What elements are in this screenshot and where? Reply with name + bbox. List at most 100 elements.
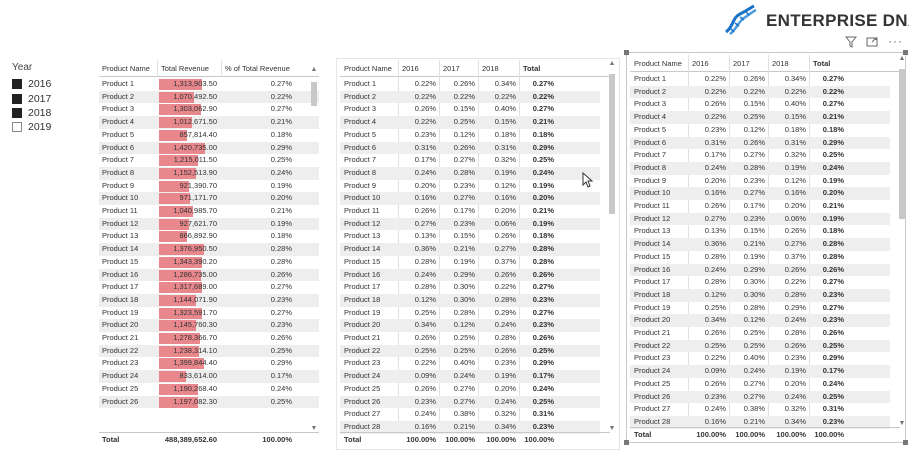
slicer-item-2019[interactable]: 2019 [12,120,51,134]
scroll-up-icon[interactable]: ▲ [898,55,906,62]
table-row[interactable]: Product 7 0.17% 0.27% 0.32% 0.25% [630,149,890,162]
table-row[interactable]: Product 27 0.24% 0.38% 0.32% 0.31% [340,408,600,421]
table-row[interactable]: Product 22 0.25% 0.25% 0.26% 0.25% [340,344,600,358]
vertical-scrollbar[interactable]: ▲ ▼ [310,66,318,432]
column-header-2017[interactable]: 2017 [733,59,750,68]
table-row[interactable]: Product 14 1,376,950.50 0.28% [99,243,319,256]
slicer-item-2017[interactable]: 2017 [12,92,51,106]
table-row[interactable]: Product 21 1,278,366.70 0.26% [99,332,319,345]
table-row[interactable]: Product 26 0.23% 0.27% 0.24% 0.25% [340,395,600,409]
vertical-scrollbar[interactable]: ▲ ▼ [898,55,906,427]
table-row[interactable]: Product 6 0.31% 0.26% 0.31% 0.29% [340,141,600,155]
table-row[interactable]: Product 23 0.22% 0.40% 0.23% 0.29% [630,352,890,365]
table-row[interactable]: Product 12 927,621.70 0.19% [99,217,319,231]
table-row[interactable]: Product 22 0.25% 0.25% 0.26% 0.25% [630,339,890,353]
table-row[interactable]: Product 5 857,814.40 0.18% [99,129,319,142]
table-row[interactable]: Product 7 1,215,011.50 0.25% [99,154,319,167]
table-row[interactable]: Product 9 0.20% 0.23% 0.12% 0.19% [340,180,600,193]
table-row[interactable]: Product 9 0.20% 0.23% 0.12% 0.19% [630,175,890,188]
scrollbar-thumb[interactable] [609,74,615,214]
table-row[interactable]: Product 3 1,303,062.90 0.27% [99,103,319,116]
focus-mode-icon[interactable] [866,36,878,51]
table-row[interactable]: Product 24 0.09% 0.24% 0.19% 0.17% [340,370,600,383]
table-row[interactable]: Product 1 0.22% 0.26% 0.34% 0.27% [340,78,600,91]
table-row[interactable]: Product 25 0.26% 0.27% 0.20% 0.24% [630,378,890,391]
table-row[interactable]: Product 8 0.24% 0.28% 0.19% 0.24% [630,161,890,175]
checkbox-checked-icon[interactable] [12,79,22,89]
table-row[interactable]: Product 2 0.22% 0.22% 0.22% 0.22% [340,90,600,104]
table-row[interactable]: Product 15 0.28% 0.19% 0.37% 0.28% [630,251,890,264]
scroll-down-icon[interactable]: ▼ [310,425,318,432]
table-row[interactable]: Product 12 0.27% 0.23% 0.06% 0.19% [340,217,600,231]
table-row[interactable]: Product 1 0.22% 0.26% 0.34% 0.27% [630,73,890,86]
column-header-2018[interactable]: 2018 [772,59,789,68]
table-row[interactable]: Product 13 0.13% 0.15% 0.26% 0.18% [630,225,890,238]
scrollbar-thumb[interactable] [311,82,317,106]
table-row[interactable]: Product 2 1,070,492.50 0.22% [99,90,319,104]
column-header-total-revenue[interactable]: Total Revenue [161,64,209,73]
scroll-up-icon[interactable]: ▲ [310,66,318,73]
table-row[interactable]: Product 13 866,892.90 0.18% [99,230,319,243]
table-row[interactable]: Product 17 0.28% 0.30% 0.22% 0.27% [340,281,600,294]
table-row[interactable]: Product 7 0.17% 0.27% 0.32% 0.25% [340,154,600,167]
table-row[interactable]: Product 10 0.16% 0.27% 0.16% 0.20% [340,192,600,205]
column-header-product-name[interactable]: Product Name [344,64,392,73]
table-row[interactable]: Product 14 0.36% 0.21% 0.27% 0.28% [630,238,890,251]
scroll-down-icon[interactable]: ▼ [898,420,906,427]
table-row[interactable]: Product 11 0.26% 0.17% 0.20% 0.21% [630,200,890,213]
column-header-product-name[interactable]: Product Name [102,64,150,73]
table-row[interactable]: Product 24 0.09% 0.24% 0.19% 0.17% [630,365,890,378]
table-row[interactable]: Product 19 0.25% 0.28% 0.29% 0.27% [630,302,890,315]
table-row[interactable]: Product 11 1,040,985.70 0.21% [99,205,319,218]
scroll-down-icon[interactable]: ▼ [608,425,616,432]
table-row[interactable]: Product 17 1,317,689.00 0.27% [99,281,319,294]
table-row[interactable]: Product 18 1,144,071.90 0.23% [99,293,319,307]
table-row[interactable]: Product 15 1,343,390.20 0.28% [99,256,319,269]
table-row[interactable]: Product 5 0.23% 0.12% 0.18% 0.18% [630,124,890,137]
scroll-up-icon[interactable]: ▲ [608,60,616,67]
table-row[interactable]: Product 3 0.26% 0.15% 0.40% 0.27% [630,98,890,111]
table-row[interactable]: Product 20 0.34% 0.12% 0.24% 0.23% [630,314,890,327]
table-row[interactable]: Product 4 0.22% 0.25% 0.15% 0.21% [340,116,600,129]
table-row[interactable]: Product 18 0.12% 0.30% 0.28% 0.23% [630,288,890,302]
table-row[interactable]: Product 21 0.26% 0.25% 0.28% 0.26% [630,327,890,340]
table-row[interactable]: Product 20 0.34% 0.12% 0.24% 0.23% [340,319,600,332]
table-row[interactable]: Product 14 0.36% 0.21% 0.27% 0.28% [340,243,600,256]
table-row[interactable]: Product 23 0.22% 0.40% 0.23% 0.29% [340,357,600,370]
table-row[interactable]: Product 9 921,390.70 0.19% [99,180,319,193]
table-row[interactable]: Product 10 971,171.70 0.20% [99,192,319,205]
column-header-product-name[interactable]: Product Name [634,59,682,68]
table-row[interactable]: Product 15 0.28% 0.19% 0.37% 0.28% [340,256,600,269]
column-header-2016[interactable]: 2016 [692,59,709,68]
table-row[interactable]: Product 4 0.22% 0.25% 0.15% 0.21% [630,111,890,124]
checkbox-unchecked-icon[interactable] [12,122,22,132]
more-options-icon[interactable]: ··· [888,34,903,48]
table-row[interactable]: Product 8 0.24% 0.28% 0.19% 0.24% [340,166,600,180]
table-row[interactable]: Product 20 1,145,760.30 0.23% [99,319,319,332]
table-row[interactable]: Product 24 833,614.00 0.17% [99,370,319,383]
column-header-total[interactable]: Total [523,64,540,73]
table-row[interactable]: Product 16 0.24% 0.29% 0.26% 0.26% [340,268,600,282]
table-row[interactable]: Product 26 0.23% 0.27% 0.24% 0.25% [630,390,890,404]
table-row[interactable]: Product 19 1,323,591.70 0.27% [99,307,319,320]
table-row[interactable]: Product 19 0.25% 0.28% 0.29% 0.27% [340,307,600,320]
table-row[interactable]: Product 27 0.24% 0.38% 0.32% 0.31% [630,403,890,416]
table-row[interactable]: Product 16 1,286,735.00 0.26% [99,268,319,282]
table-row[interactable]: Product 16 0.24% 0.29% 0.26% 0.26% [630,263,890,277]
table-row[interactable]: Product 3 0.26% 0.15% 0.40% 0.27% [340,103,600,116]
table-row[interactable]: Product 2 0.22% 0.22% 0.22% 0.22% [630,85,890,99]
vertical-scrollbar[interactable]: ▲ ▼ [608,60,616,432]
table-row[interactable]: Product 21 0.26% 0.25% 0.28% 0.26% [340,332,600,345]
table-row[interactable]: Product 1 1,313,903.50 0.27% [99,78,319,91]
table-row[interactable]: Product 6 0.31% 0.26% 0.31% 0.29% [630,136,890,150]
slicer-item-2016[interactable]: 2016 [12,77,51,91]
table-row[interactable]: Product 23 1,399,844.40 0.29% [99,357,319,370]
column-header-2018[interactable]: 2018 [482,64,499,73]
table-row[interactable]: Product 5 0.23% 0.12% 0.18% 0.18% [340,129,600,142]
column-header-pct-total-revenue[interactable]: % of Total Revenue [225,64,290,73]
table-row[interactable]: Product 13 0.13% 0.15% 0.26% 0.18% [340,230,600,243]
checkbox-checked-icon[interactable] [12,94,22,104]
column-header-2017[interactable]: 2017 [443,64,460,73]
table-row[interactable]: Product 25 0.26% 0.27% 0.20% 0.24% [340,383,600,396]
filter-icon[interactable] [844,36,858,51]
